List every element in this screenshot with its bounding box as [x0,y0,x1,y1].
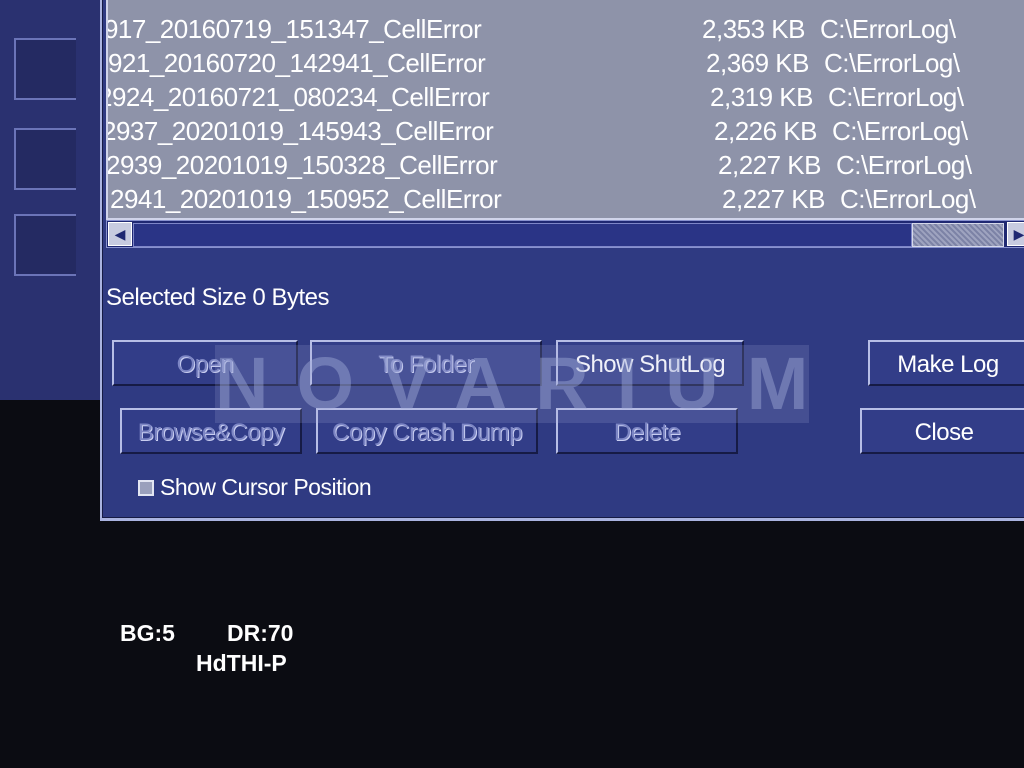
file-path: C:\ErrorLog\ [820,14,956,44]
scroll-track[interactable] [133,223,912,247]
background-tab[interactable] [14,38,76,100]
file-size: 2,353 KB [702,14,805,44]
file-path: C:\ErrorLog\ [840,184,976,214]
list-item[interactable]: 2941_20201019_150952_CellError 2,227 KB … [110,184,1024,218]
bg-status: BG:5 [120,620,175,646]
file-path: C:\ErrorLog\ [832,116,968,146]
list-item[interactable]: 2921_20160720_142941_CellError 2,369 KB … [106,48,1019,82]
scroll-left-icon[interactable]: ◀ [108,222,132,246]
background-tab[interactable] [14,128,76,190]
scroll-right-icon[interactable]: ▶ [1007,222,1024,246]
list-item[interactable]: 2937_20201019_145943_CellError 2,226 KB … [106,116,1024,150]
file-name: 2917_20160719_151347_CellError [106,14,482,44]
file-name: 2937_20201019_145943_CellError [106,116,494,146]
file-name: 2924_20160721_080234_CellError [106,82,490,112]
error-log-dialog: 2917_20160719_151347_CellError 2,353 KB … [100,0,1024,521]
file-path: C:\ErrorLog\ [836,150,972,180]
background-tab[interactable] [14,214,76,276]
file-size: 2,369 KB [706,48,809,78]
show-cursor-position-option[interactable]: Show Cursor Position [138,474,372,501]
show-cursor-position-checkbox[interactable] [138,480,154,496]
file-size: 2,227 KB [718,150,821,180]
file-path: C:\ErrorLog\ [824,48,960,78]
dr-status: DR:70 [227,620,294,646]
checkbox-label: Show Cursor Position [160,474,372,500]
file-size: 2,227 KB [722,184,825,214]
mode-status: HdTHI-P [196,650,287,676]
list-item[interactable]: 2924_20160721_080234_CellError 2,319 KB … [106,82,1023,116]
file-list[interactable]: 2917_20160719_151347_CellError 2,353 KB … [106,0,1024,220]
watermark: NOVARIUM [215,342,837,425]
file-name: 2939_20201019_150328_CellError [106,150,498,180]
scroll-thumb[interactable] [912,223,1004,247]
file-name: 2921_20160720_142941_CellError [106,48,486,78]
make-log-button[interactable]: Make Log [868,340,1024,386]
list-item[interactable]: 2939_20201019_150328_CellError 2,227 KB … [106,150,1024,184]
file-size: 2,226 KB [714,116,817,146]
file-size: 2,319 KB [710,82,813,112]
list-item[interactable]: 2917_20160719_151347_CellError 2,353 KB … [106,14,1015,48]
horizontal-scrollbar[interactable]: ◀ ▶ [106,220,1024,248]
close-button[interactable]: Close [860,408,1024,454]
selected-size-label: Selected Size 0 Bytes [106,284,329,311]
file-path: C:\ErrorLog\ [828,82,964,112]
background-window [0,0,102,400]
file-name: 2941_20201019_150952_CellError [110,184,502,214]
